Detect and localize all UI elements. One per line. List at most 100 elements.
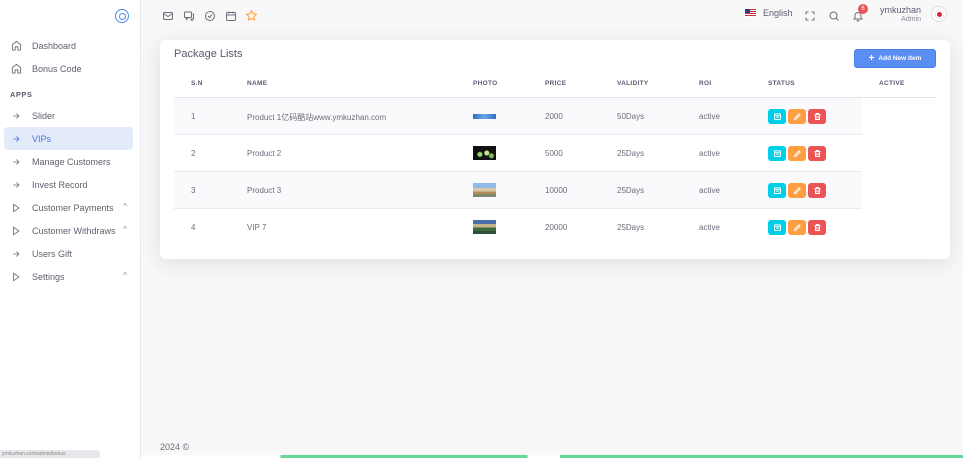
cell-sn: 3	[191, 186, 196, 195]
product-photo	[473, 114, 496, 119]
cell-name: Product 2	[247, 149, 282, 158]
arrow-right-icon	[10, 133, 22, 145]
sidebar-item-slider[interactable]: Slider	[4, 104, 133, 127]
cell-name: Product 3	[247, 186, 282, 195]
sidebar-item-bonus-code[interactable]: Bonus Code	[4, 57, 133, 80]
add-new-item-button[interactable]: + Add New Item	[854, 49, 936, 68]
check-circle-icon[interactable]	[203, 9, 216, 22]
avatar[interactable]	[931, 6, 947, 22]
package-list-card: Package Lists + Add New Item S.N NAME PH…	[160, 40, 950, 259]
delete-button[interactable]	[808, 220, 826, 235]
cell-sn: 4	[191, 223, 196, 232]
sidebar-item-label: Manage Customers	[32, 156, 111, 167]
row-actions	[768, 220, 826, 235]
status-url: ymkuzhan.com/admin/bonus	[0, 450, 100, 458]
view-button[interactable]	[768, 146, 786, 161]
sidebar-nav: Dashboard Bonus Code APPS Slider VIPs Ma…	[0, 34, 141, 288]
table-row: 2 Product 2 5000 25Days active	[174, 135, 862, 172]
plus-icon: +	[868, 52, 875, 64]
cell-sn: 2	[191, 149, 196, 158]
chat-icon[interactable]	[182, 9, 195, 22]
cell-price: 2000	[545, 112, 563, 121]
row-actions	[768, 183, 826, 198]
sidebar-item-vips[interactable]: VIPs	[4, 127, 133, 150]
sidebar-item-manage-customers[interactable]: Manage Customers	[4, 150, 133, 173]
delete-button[interactable]	[808, 109, 826, 124]
sidebar-item-label: Customer Withdraws	[32, 225, 116, 236]
cell-roi: active	[699, 112, 720, 121]
cell-roi: active	[699, 186, 720, 195]
sidebar: Dashboard Bonus Code APPS Slider VIPs Ma…	[0, 0, 141, 458]
product-photo	[473, 220, 496, 234]
sidebar-item-label: Customer Payments	[32, 202, 114, 213]
play-icon	[10, 271, 22, 283]
cell-price: 5000	[545, 149, 563, 158]
column-header-roi: ROI	[699, 80, 712, 87]
cell-validity: 25Days	[617, 186, 645, 195]
chevron-up-icon: ^	[123, 225, 127, 234]
edit-button[interactable]	[788, 220, 806, 235]
mail-icon[interactable]	[161, 9, 174, 22]
language-selector[interactable]: English	[745, 8, 793, 18]
play-icon	[10, 202, 22, 214]
column-header-name: NAME	[247, 80, 268, 87]
arrow-right-icon	[10, 156, 22, 168]
view-button[interactable]	[768, 183, 786, 198]
sidebar-item-settings[interactable]: Settings ^	[4, 265, 133, 288]
sidebar-item-label: VIPs	[32, 133, 52, 144]
table-row: 1 Product 1亿码酷站www.ymkuzhan.com 2000 50D…	[174, 98, 862, 135]
star-icon[interactable]	[245, 9, 258, 22]
sidebar-item-customer-withdraws[interactable]: Customer Withdraws ^	[4, 219, 133, 242]
delete-button[interactable]	[808, 146, 826, 161]
cell-validity: 50Days	[617, 112, 645, 121]
column-header-status: STATUS	[768, 80, 795, 87]
sidebar-section-apps: APPS	[10, 90, 33, 99]
product-photo	[473, 183, 496, 197]
sidebar-item-label: Slider	[32, 110, 56, 121]
sidebar-item-label: Invest Record	[32, 179, 88, 190]
sidebar-item-customer-payments[interactable]: Customer Payments ^	[4, 196, 133, 219]
play-icon	[10, 225, 22, 237]
cell-name: VIP 7	[247, 223, 267, 232]
sidebar-toggle-icon[interactable]	[115, 9, 129, 23]
view-button[interactable]	[768, 220, 786, 235]
calendar-icon[interactable]	[224, 9, 237, 22]
sidebar-item-label: Settings	[32, 271, 65, 282]
edit-button[interactable]	[788, 146, 806, 161]
cell-name: Product 1亿码酷站www.ymkuzhan.com	[247, 113, 387, 122]
home-icon	[10, 63, 22, 75]
sidebar-item-label: Bonus Code	[32, 63, 82, 74]
table-row: 3 Product 3 10000 25Days active	[174, 172, 862, 209]
column-header-active: ACTIVE	[879, 80, 905, 87]
search-icon[interactable]	[827, 9, 840, 22]
sidebar-item-label: Users Gift	[32, 248, 73, 259]
cell-sn: 1	[191, 112, 196, 121]
delete-button[interactable]	[808, 183, 826, 198]
notification-badge: 6	[858, 4, 868, 14]
column-header-sn: S.N	[191, 80, 203, 87]
cell-validity: 25Days	[617, 223, 645, 232]
sidebar-item-dashboard[interactable]: Dashboard	[4, 34, 133, 57]
language-label: English	[763, 8, 793, 18]
cell-roi: active	[699, 223, 720, 232]
column-header-price: PRICE	[545, 80, 567, 87]
arrow-right-icon	[10, 179, 22, 191]
table-row: 4 VIP 7 20000 25Days active	[174, 209, 862, 246]
view-button[interactable]	[768, 109, 786, 124]
footer-copyright: 2024 ©	[160, 442, 190, 452]
sidebar-item-label: Dashboard	[32, 40, 77, 51]
user-role: Admin	[901, 16, 921, 23]
edit-button[interactable]	[788, 109, 806, 124]
column-header-validity: VALIDITY	[617, 80, 649, 87]
sidebar-item-users-gift[interactable]: Users Gift	[4, 242, 133, 265]
arrow-right-icon	[10, 248, 22, 260]
fullscreen-icon[interactable]	[803, 9, 816, 22]
sidebar-item-invest-record[interactable]: Invest Record	[4, 173, 133, 196]
topbar: English 6 ymkuzhan Admin	[141, 0, 963, 32]
cell-roi: active	[699, 149, 720, 158]
home-icon	[10, 40, 22, 52]
row-actions	[768, 146, 826, 161]
edit-button[interactable]	[788, 183, 806, 198]
cell-price: 20000	[545, 223, 568, 232]
user-name[interactable]: ymkuzhan	[880, 5, 921, 15]
